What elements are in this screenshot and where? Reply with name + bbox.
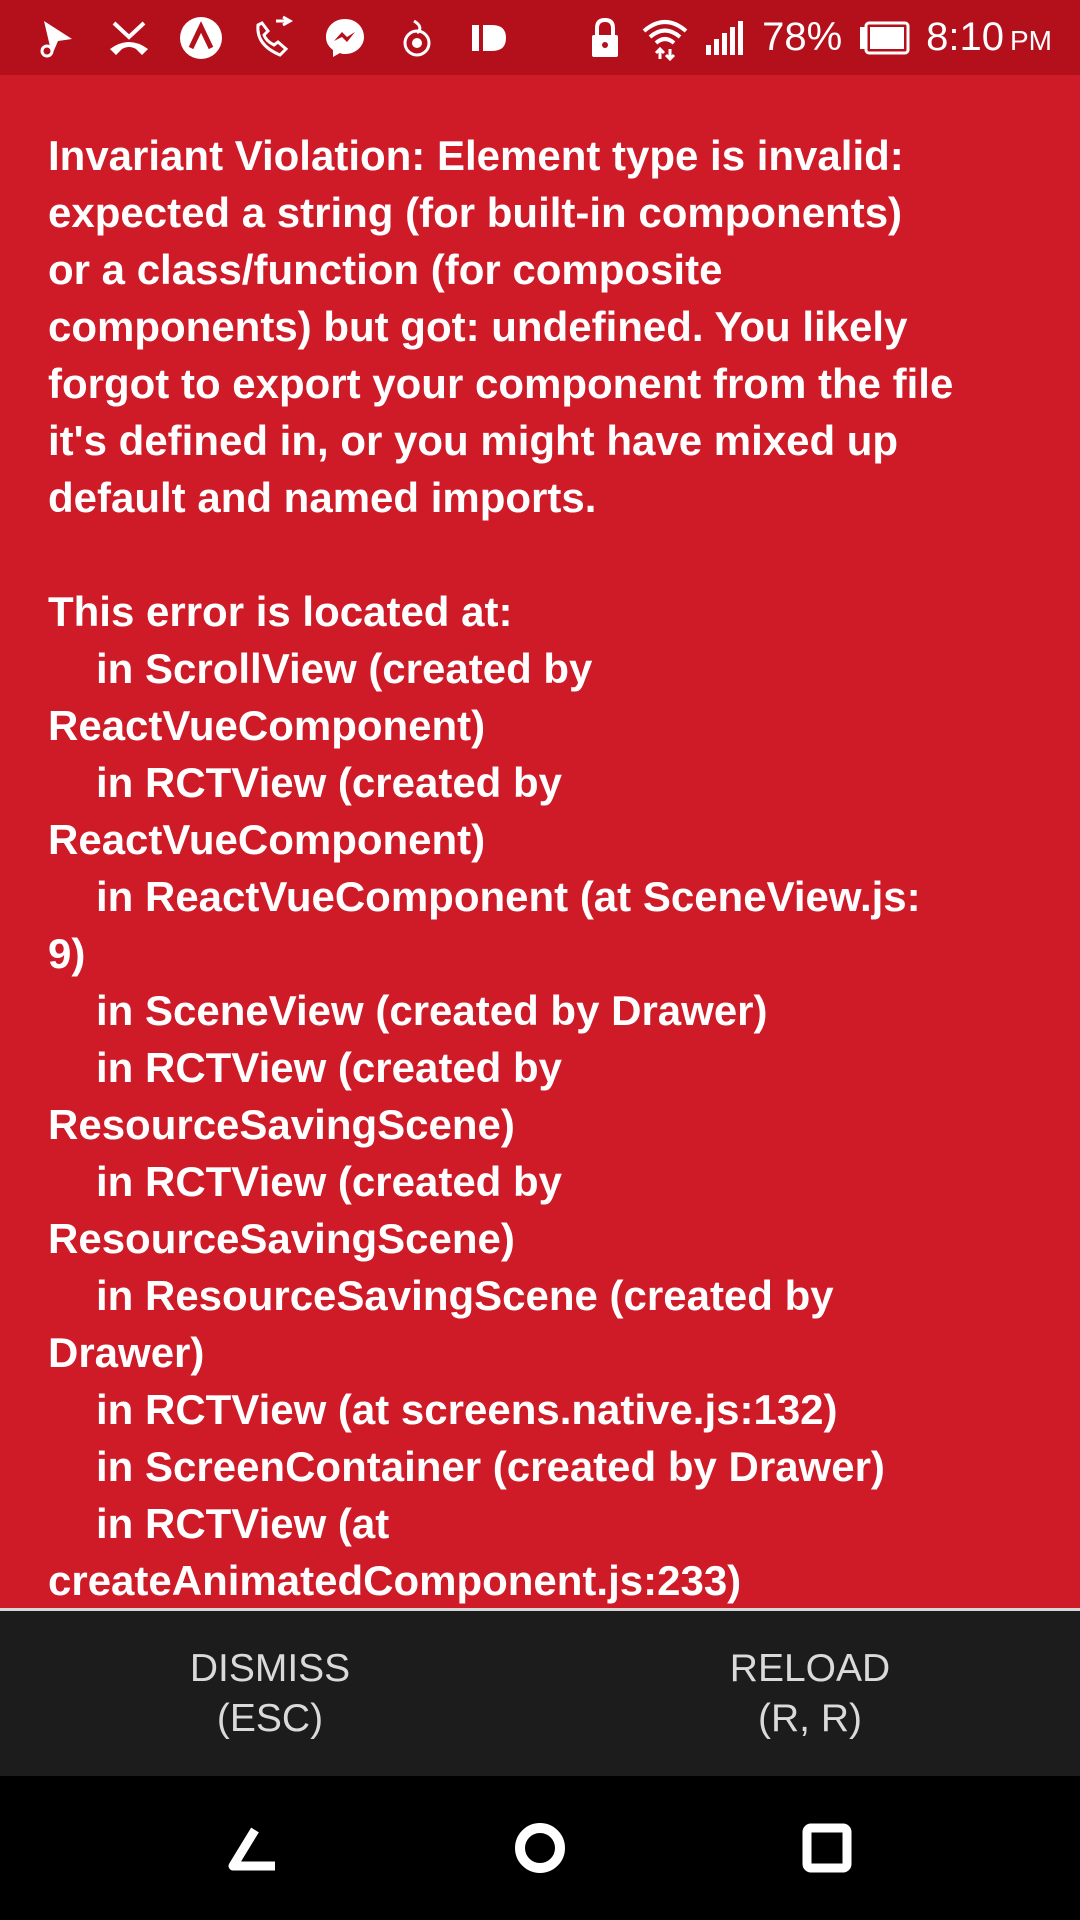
stack-line-text: in SceneView (created by Drawer) — [96, 987, 768, 1034]
wifi-icon — [642, 15, 688, 61]
error-message-line: expected a string (for built-in componen… — [48, 189, 903, 236]
missed-call-icon — [106, 15, 152, 61]
clock-ampm: PM — [1010, 25, 1052, 56]
stack-line: in RCTView (at — [48, 1495, 1032, 1552]
error-message-line: components) but got: undefined. You like… — [48, 303, 908, 350]
stack-line: in ScreenContainer (created by Drawer) — [48, 1438, 1032, 1495]
clock: 8:10 PM — [926, 15, 1052, 60]
stack-line-text: in ResourceSavingScene (created by — [96, 1272, 834, 1319]
stack-line: createAnimatedComponent.js:233) — [48, 1552, 1032, 1608]
stack-line-text: ReactVueComponent) — [48, 702, 486, 749]
stack-line: in SceneView (created by Drawer) — [48, 982, 1032, 1039]
stack-line-text: in RCTView (at screens.native.js:132) — [96, 1386, 838, 1433]
id-app-icon — [466, 15, 512, 61]
hotspot-app-icon — [394, 15, 440, 61]
stack-line-text: in RCTView (created by — [96, 759, 563, 806]
battery-icon — [856, 15, 912, 61]
back-icon[interactable] — [213, 1808, 293, 1888]
stack-line-text: ReactVueComponent) — [48, 816, 486, 863]
reload-button[interactable]: RELOAD (R, R) — [540, 1611, 1080, 1776]
stack-title: This error is located at: — [48, 588, 513, 635]
error-message-line: or a class/function (for composite — [48, 246, 723, 293]
stack-line: in RCTView (created by — [48, 1039, 1032, 1096]
stack-line: in ScrollView (created by — [48, 640, 1032, 697]
stack-line-text: in RCTView (created by — [96, 1158, 563, 1205]
navigation-bar — [0, 1776, 1080, 1920]
stack-line-text: in ReactVueComponent (at SceneView.js: — [96, 873, 921, 920]
error-message-line: it's defined in, or you might have mixed… — [48, 417, 899, 464]
error-message-line: Invariant Violation: Element type is inv… — [48, 132, 904, 179]
navigation-icon — [34, 15, 80, 61]
messenger-icon — [322, 15, 368, 61]
clock-time: 8:10 — [926, 15, 1004, 59]
stack-line: in ResourceSavingScene (created by — [48, 1267, 1032, 1324]
reload-label: RELOAD — [729, 1646, 891, 1690]
status-notification-icons — [34, 15, 512, 61]
dismiss-button[interactable]: DISMISS (ESC) — [0, 1611, 540, 1776]
stack-line: in RCTView (created by — [48, 1153, 1032, 1210]
stack-line-text: Drawer) — [48, 1329, 205, 1376]
stack-line: in RCTView (at screens.native.js:132) — [48, 1381, 1032, 1438]
stack-line: in ReactVueComponent (at SceneView.js: — [48, 868, 1032, 925]
stack-line: ResourceSavingScene) — [48, 1210, 1032, 1267]
stack-line-text: in RCTView (at — [96, 1500, 390, 1547]
call-forward-icon — [250, 15, 296, 61]
stack-line: ResourceSavingScene) — [48, 1096, 1032, 1153]
stack-line: ReactVueComponent) — [48, 811, 1032, 868]
stack-line: 9) — [48, 925, 1032, 982]
recents-icon[interactable] — [787, 1808, 867, 1888]
stack-line-text: createAnimatedComponent.js:233) — [48, 1557, 742, 1604]
status-system-icons: 78% 8:10 PM — [582, 15, 1052, 61]
dismiss-shortcut: (ESC) — [216, 1696, 324, 1740]
stack-line-text: in ScreenContainer (created by Drawer) — [96, 1443, 885, 1490]
signal-icon — [702, 15, 748, 61]
stack-line: ReactVueComponent) — [48, 697, 1032, 754]
reload-shortcut: (R, R) — [758, 1696, 862, 1740]
stack-line-text: in ScrollView (created by — [96, 645, 593, 692]
error-redbox[interactable]: Invariant Violation: Element type is inv… — [0, 75, 1080, 1608]
error-message-line: forgot to export your component from the… — [48, 360, 954, 407]
stack-line-text: ResourceSavingScene) — [48, 1101, 515, 1148]
stack-line-text: ResourceSavingScene) — [48, 1215, 515, 1262]
stack-line-text: 9) — [48, 930, 86, 977]
battery-percentage: 78% — [762, 15, 843, 59]
redbox-buttons: DISMISS (ESC) RELOAD (R, R) — [0, 1611, 1080, 1776]
component-stack: in ScrollView (created by ReactVueCompone… — [48, 640, 1032, 1608]
stack-line-text: in RCTView (created by — [96, 1044, 563, 1091]
error-message-line: default and named imports. — [48, 474, 597, 521]
home-icon[interactable] — [500, 1808, 580, 1888]
lock-icon — [582, 15, 628, 61]
status-bar: 78% 8:10 PM — [0, 0, 1080, 75]
dismiss-label: DISMISS — [189, 1646, 351, 1690]
stack-line: in RCTView (created by — [48, 754, 1032, 811]
app-a-icon — [178, 15, 224, 61]
stack-line: Drawer) — [48, 1324, 1032, 1381]
error-message: Invariant Violation: Element type is inv… — [48, 127, 1032, 526]
